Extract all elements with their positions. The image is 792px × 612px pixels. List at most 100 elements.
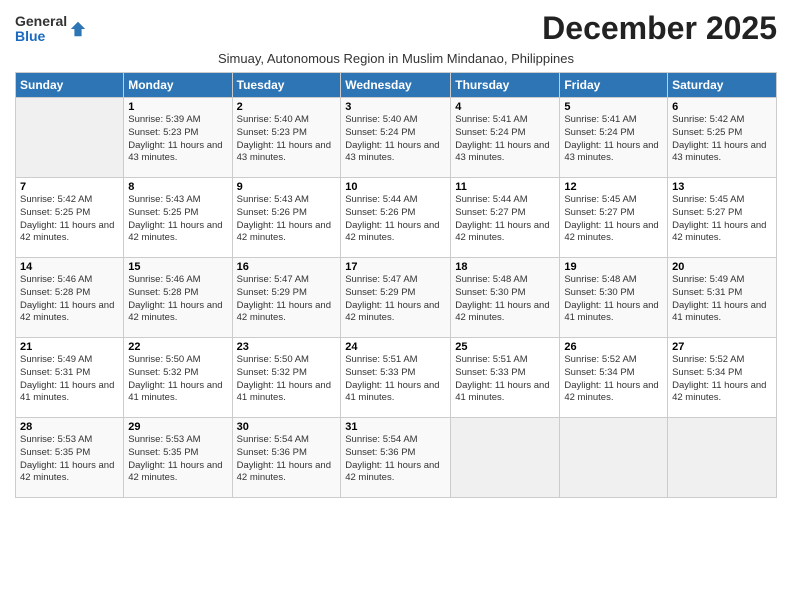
table-row: 13 Sunrise: 5:45 AM Sunset: 5:27 PM Dayl… (668, 178, 777, 258)
day-info: Sunrise: 5:54 AM Sunset: 5:36 PM Dayligh… (345, 434, 446, 485)
day-info: Sunrise: 5:46 AM Sunset: 5:28 PM Dayligh… (20, 274, 119, 325)
table-row: 17 Sunrise: 5:47 AM Sunset: 5:29 PM Dayl… (341, 258, 451, 338)
day-number: 23 (237, 341, 337, 353)
day-number: 29 (128, 421, 227, 433)
day-info: Sunrise: 5:41 AM Sunset: 5:24 PM Dayligh… (455, 114, 555, 165)
table-row: 19 Sunrise: 5:48 AM Sunset: 5:30 PM Dayl… (560, 258, 668, 338)
table-row (560, 418, 668, 498)
table-row: 22 Sunrise: 5:50 AM Sunset: 5:32 PM Dayl… (124, 338, 232, 418)
day-number: 21 (20, 341, 119, 353)
table-row: 15 Sunrise: 5:46 AM Sunset: 5:28 PM Dayl… (124, 258, 232, 338)
table-row: 30 Sunrise: 5:54 AM Sunset: 5:36 PM Dayl… (232, 418, 341, 498)
day-info: Sunrise: 5:42 AM Sunset: 5:25 PM Dayligh… (20, 194, 119, 245)
table-row: 25 Sunrise: 5:51 AM Sunset: 5:33 PM Dayl… (451, 338, 560, 418)
table-row: 27 Sunrise: 5:52 AM Sunset: 5:34 PM Dayl… (668, 338, 777, 418)
day-info: Sunrise: 5:44 AM Sunset: 5:26 PM Dayligh… (345, 194, 446, 245)
table-row: 7 Sunrise: 5:42 AM Sunset: 5:25 PM Dayli… (16, 178, 124, 258)
day-info: Sunrise: 5:51 AM Sunset: 5:33 PM Dayligh… (455, 354, 555, 405)
day-number: 30 (237, 421, 337, 433)
table-row: 28 Sunrise: 5:53 AM Sunset: 5:35 PM Dayl… (16, 418, 124, 498)
day-number: 5 (564, 101, 663, 113)
table-row: 14 Sunrise: 5:46 AM Sunset: 5:28 PM Dayl… (16, 258, 124, 338)
day-info: Sunrise: 5:54 AM Sunset: 5:36 PM Dayligh… (237, 434, 337, 485)
day-number: 10 (345, 181, 446, 193)
day-info: Sunrise: 5:41 AM Sunset: 5:24 PM Dayligh… (564, 114, 663, 165)
day-info: Sunrise: 5:40 AM Sunset: 5:24 PM Dayligh… (345, 114, 446, 165)
logo-general: General (15, 14, 67, 29)
col-wednesday: Wednesday (341, 73, 451, 98)
table-row: 6 Sunrise: 5:42 AM Sunset: 5:25 PM Dayli… (668, 98, 777, 178)
table-row: 12 Sunrise: 5:45 AM Sunset: 5:27 PM Dayl… (560, 178, 668, 258)
table-row (668, 418, 777, 498)
day-info: Sunrise: 5:53 AM Sunset: 5:35 PM Dayligh… (128, 434, 227, 485)
calendar: Sunday Monday Tuesday Wednesday Thursday… (15, 72, 777, 498)
day-info: Sunrise: 5:51 AM Sunset: 5:33 PM Dayligh… (345, 354, 446, 405)
day-number: 9 (237, 181, 337, 193)
table-row: 31 Sunrise: 5:54 AM Sunset: 5:36 PM Dayl… (341, 418, 451, 498)
day-number: 3 (345, 101, 446, 113)
table-row: 9 Sunrise: 5:43 AM Sunset: 5:26 PM Dayli… (232, 178, 341, 258)
day-info: Sunrise: 5:50 AM Sunset: 5:32 PM Dayligh… (128, 354, 227, 405)
table-row: 18 Sunrise: 5:48 AM Sunset: 5:30 PM Dayl… (451, 258, 560, 338)
col-friday: Friday (560, 73, 668, 98)
day-info: Sunrise: 5:46 AM Sunset: 5:28 PM Dayligh… (128, 274, 227, 325)
col-tuesday: Tuesday (232, 73, 341, 98)
day-number: 18 (455, 261, 555, 273)
day-number: 8 (128, 181, 227, 193)
logo: General Blue (15, 14, 87, 45)
page: General Blue December 2025 Simuay, Auton… (0, 0, 792, 612)
day-info: Sunrise: 5:48 AM Sunset: 5:30 PM Dayligh… (455, 274, 555, 325)
day-number: 1 (128, 101, 227, 113)
day-info: Sunrise: 5:45 AM Sunset: 5:27 PM Dayligh… (672, 194, 772, 245)
col-thursday: Thursday (451, 73, 560, 98)
table-row: 8 Sunrise: 5:43 AM Sunset: 5:25 PM Dayli… (124, 178, 232, 258)
day-info: Sunrise: 5:42 AM Sunset: 5:25 PM Dayligh… (672, 114, 772, 165)
day-number: 26 (564, 341, 663, 353)
day-info: Sunrise: 5:53 AM Sunset: 5:35 PM Dayligh… (20, 434, 119, 485)
logo-icon (69, 20, 87, 38)
table-row: 16 Sunrise: 5:47 AM Sunset: 5:29 PM Dayl… (232, 258, 341, 338)
col-monday: Monday (124, 73, 232, 98)
table-row: 3 Sunrise: 5:40 AM Sunset: 5:24 PM Dayli… (341, 98, 451, 178)
page-title: December 2025 (542, 10, 777, 47)
day-number: 19 (564, 261, 663, 273)
table-row: 24 Sunrise: 5:51 AM Sunset: 5:33 PM Dayl… (341, 338, 451, 418)
col-sunday: Sunday (16, 73, 124, 98)
day-number: 16 (237, 261, 337, 273)
table-row: 26 Sunrise: 5:52 AM Sunset: 5:34 PM Dayl… (560, 338, 668, 418)
table-row (16, 98, 124, 178)
day-number: 14 (20, 261, 119, 273)
table-row: 29 Sunrise: 5:53 AM Sunset: 5:35 PM Dayl… (124, 418, 232, 498)
table-row: 2 Sunrise: 5:40 AM Sunset: 5:23 PM Dayli… (232, 98, 341, 178)
day-info: Sunrise: 5:52 AM Sunset: 5:34 PM Dayligh… (564, 354, 663, 405)
day-info: Sunrise: 5:40 AM Sunset: 5:23 PM Dayligh… (237, 114, 337, 165)
day-number: 15 (128, 261, 227, 273)
day-number: 6 (672, 101, 772, 113)
day-info: Sunrise: 5:50 AM Sunset: 5:32 PM Dayligh… (237, 354, 337, 405)
table-row: 11 Sunrise: 5:44 AM Sunset: 5:27 PM Dayl… (451, 178, 560, 258)
day-number: 2 (237, 101, 337, 113)
col-saturday: Saturday (668, 73, 777, 98)
day-info: Sunrise: 5:39 AM Sunset: 5:23 PM Dayligh… (128, 114, 227, 165)
day-number: 12 (564, 181, 663, 193)
header: General Blue December 2025 (15, 10, 777, 47)
day-number: 25 (455, 341, 555, 353)
day-info: Sunrise: 5:48 AM Sunset: 5:30 PM Dayligh… (564, 274, 663, 325)
table-row (451, 418, 560, 498)
day-number: 11 (455, 181, 555, 193)
day-info: Sunrise: 5:45 AM Sunset: 5:27 PM Dayligh… (564, 194, 663, 245)
table-row: 23 Sunrise: 5:50 AM Sunset: 5:32 PM Dayl… (232, 338, 341, 418)
day-number: 27 (672, 341, 772, 353)
table-row: 1 Sunrise: 5:39 AM Sunset: 5:23 PM Dayli… (124, 98, 232, 178)
day-number: 28 (20, 421, 119, 433)
day-info: Sunrise: 5:52 AM Sunset: 5:34 PM Dayligh… (672, 354, 772, 405)
day-number: 20 (672, 261, 772, 273)
day-info: Sunrise: 5:49 AM Sunset: 5:31 PM Dayligh… (672, 274, 772, 325)
day-number: 17 (345, 261, 446, 273)
day-info: Sunrise: 5:49 AM Sunset: 5:31 PM Dayligh… (20, 354, 119, 405)
day-number: 31 (345, 421, 446, 433)
table-row: 21 Sunrise: 5:49 AM Sunset: 5:31 PM Dayl… (16, 338, 124, 418)
day-number: 24 (345, 341, 446, 353)
day-number: 22 (128, 341, 227, 353)
subtitle: Simuay, Autonomous Region in Muslim Mind… (15, 51, 777, 66)
